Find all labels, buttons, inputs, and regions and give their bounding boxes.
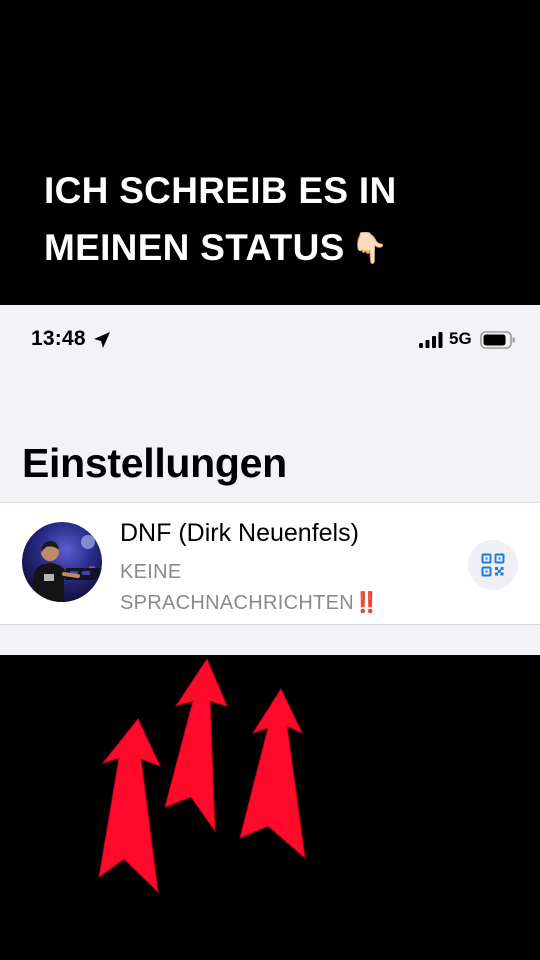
caption-line-2-text: MEINEN STATUS bbox=[44, 227, 345, 268]
battery-icon bbox=[480, 331, 515, 349]
status-bar: 13:48 5G bbox=[0, 305, 540, 375]
red-arrow-icon bbox=[98, 718, 161, 894]
signal-icon bbox=[419, 332, 443, 348]
profile-row[interactable]: DNF (Dirk Neuenfels) KEINE SPRACHNACHRIC… bbox=[0, 502, 540, 625]
status-time: 13:48 bbox=[31, 327, 86, 350]
page-title: Einstellungen bbox=[22, 440, 287, 486]
qr-code-icon bbox=[481, 553, 505, 577]
caption-line-1: ICH SCHREIB ES IN bbox=[44, 170, 397, 211]
profile-status-line-2: SPRACHNACHRICHTEN bbox=[120, 592, 355, 614]
caption-overlay: ICH SCHREIB ES IN MEINEN STATUS 👇🏻 bbox=[44, 162, 524, 277]
location-arrow-icon bbox=[94, 332, 110, 348]
profile-name: DNF (Dirk Neuenfels) bbox=[120, 519, 359, 547]
pointing-down-hand-icon: 👇🏻 bbox=[350, 232, 389, 265]
qr-code-button[interactable] bbox=[468, 540, 518, 590]
double-exclamation-icon: ‼️ bbox=[354, 592, 379, 614]
profile-status-line-1: KEINE bbox=[120, 561, 182, 583]
settings-screenshot: 13:48 5G Einstellungen DNF (Dirk Neuenfe… bbox=[0, 305, 540, 655]
red-arrows-graphic bbox=[98, 657, 306, 894]
profile-status: KEINE SPRACHNACHRICHTEN‼️ bbox=[120, 557, 450, 619]
red-arrow-icon bbox=[164, 657, 228, 833]
network-type: 5G bbox=[449, 329, 472, 348]
avatar[interactable] bbox=[22, 522, 102, 602]
caption-line-2: MEINEN STATUS 👇🏻 bbox=[44, 219, 524, 277]
red-arrow-icon bbox=[239, 687, 306, 860]
